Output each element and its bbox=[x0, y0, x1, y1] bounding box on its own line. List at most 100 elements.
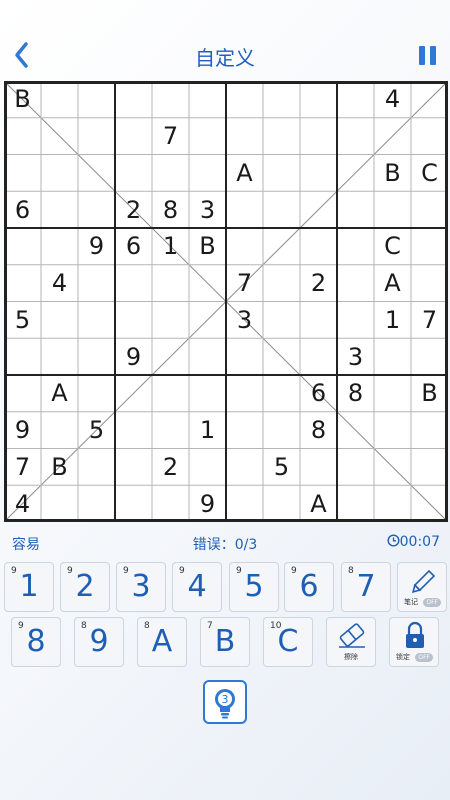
board-cell[interactable] bbox=[78, 191, 115, 228]
board-cell[interactable] bbox=[189, 338, 226, 375]
board-cell[interactable] bbox=[226, 228, 263, 265]
board-cell[interactable] bbox=[300, 118, 337, 155]
board-cell[interactable]: 9 bbox=[115, 338, 152, 375]
board-cell[interactable] bbox=[41, 81, 78, 118]
board-cell[interactable] bbox=[226, 191, 263, 228]
board-cell[interactable] bbox=[189, 81, 226, 118]
hint-button[interactable]: 3 bbox=[203, 680, 247, 724]
board-cell[interactable] bbox=[411, 485, 448, 522]
board-cell[interactable]: 4 bbox=[374, 81, 411, 118]
board-cell[interactable]: 7 bbox=[226, 265, 263, 302]
board-cell[interactable]: 5 bbox=[78, 412, 115, 449]
board-cell[interactable]: C bbox=[374, 228, 411, 265]
board-cell[interactable] bbox=[4, 155, 41, 192]
board-cell[interactable]: 6 bbox=[4, 191, 41, 228]
board-cell[interactable]: 3 bbox=[189, 191, 226, 228]
board-cell[interactable] bbox=[152, 155, 189, 192]
board-cell[interactable]: 7 bbox=[152, 118, 189, 155]
board-cell[interactable] bbox=[411, 191, 448, 228]
notes-toggle[interactable]: OFF bbox=[423, 598, 441, 607]
board-cell[interactable]: B bbox=[411, 375, 448, 412]
board-cell[interactable] bbox=[337, 228, 374, 265]
board-cell[interactable] bbox=[300, 302, 337, 339]
board-cell[interactable] bbox=[4, 375, 41, 412]
board-cell[interactable]: 4 bbox=[41, 265, 78, 302]
board-cell[interactable]: 9 bbox=[78, 228, 115, 265]
board-cell[interactable] bbox=[152, 375, 189, 412]
board-cell[interactable] bbox=[226, 449, 263, 486]
board-cell[interactable] bbox=[41, 338, 78, 375]
board-cell[interactable] bbox=[226, 338, 263, 375]
board-cell[interactable] bbox=[189, 118, 226, 155]
board-cell[interactable] bbox=[41, 118, 78, 155]
board-cell[interactable] bbox=[411, 118, 448, 155]
board-cell[interactable] bbox=[4, 338, 41, 375]
key-5[interactable]: 95 bbox=[229, 562, 279, 612]
key-6[interactable]: 96 bbox=[284, 562, 334, 612]
lock-toggle[interactable]: OFF bbox=[415, 653, 433, 662]
board-cell[interactable] bbox=[152, 302, 189, 339]
board-cell[interactable] bbox=[4, 228, 41, 265]
board-cell[interactable]: 5 bbox=[263, 449, 300, 486]
board-cell[interactable] bbox=[337, 265, 374, 302]
board-cell[interactable] bbox=[263, 265, 300, 302]
board-cell[interactable]: A bbox=[226, 155, 263, 192]
board-cell[interactable] bbox=[411, 449, 448, 486]
board-cell[interactable] bbox=[300, 228, 337, 265]
key-B[interactable]: 7B bbox=[200, 617, 250, 667]
board-cell[interactable] bbox=[226, 81, 263, 118]
board-cell[interactable]: 6 bbox=[300, 375, 337, 412]
erase-button[interactable]: 擦除 bbox=[326, 617, 376, 667]
board-cell[interactable] bbox=[337, 302, 374, 339]
board-cell[interactable] bbox=[78, 265, 115, 302]
board-cell[interactable]: 2 bbox=[300, 265, 337, 302]
lock-button[interactable]: 锁定 OFF bbox=[389, 617, 439, 667]
board-cell[interactable]: 1 bbox=[152, 228, 189, 265]
board-cell[interactable]: 7 bbox=[411, 302, 448, 339]
board-cell[interactable] bbox=[78, 155, 115, 192]
board-cell[interactable] bbox=[41, 191, 78, 228]
board-cell[interactable] bbox=[300, 191, 337, 228]
board-cell[interactable] bbox=[115, 265, 152, 302]
board-cell[interactable] bbox=[41, 412, 78, 449]
key-1[interactable]: 91 bbox=[4, 562, 54, 612]
board-cell[interactable] bbox=[337, 191, 374, 228]
board-cell[interactable] bbox=[78, 118, 115, 155]
board-cell[interactable]: A bbox=[374, 265, 411, 302]
notes-button[interactable]: 笔记 OFF bbox=[397, 562, 447, 612]
board-cell[interactable] bbox=[152, 81, 189, 118]
board-cell[interactable] bbox=[115, 485, 152, 522]
board-cell[interactable] bbox=[411, 338, 448, 375]
board-cell[interactable] bbox=[115, 155, 152, 192]
board-cell[interactable] bbox=[374, 375, 411, 412]
board-cell[interactable]: B bbox=[374, 155, 411, 192]
board-cell[interactable] bbox=[152, 338, 189, 375]
board-cell[interactable] bbox=[337, 485, 374, 522]
board-cell[interactable] bbox=[263, 302, 300, 339]
key-2[interactable]: 92 bbox=[60, 562, 110, 612]
board-cell[interactable]: B bbox=[4, 81, 41, 118]
board-cell[interactable] bbox=[263, 81, 300, 118]
board-cell[interactable] bbox=[78, 375, 115, 412]
board-cell[interactable] bbox=[300, 338, 337, 375]
board-cell[interactable] bbox=[300, 155, 337, 192]
board-cell[interactable] bbox=[337, 449, 374, 486]
board-cell[interactable] bbox=[226, 485, 263, 522]
board-cell[interactable] bbox=[115, 302, 152, 339]
board-cell[interactable] bbox=[189, 375, 226, 412]
board-cell[interactable] bbox=[263, 338, 300, 375]
board-cell[interactable] bbox=[337, 118, 374, 155]
key-8[interactable]: 98 bbox=[11, 617, 61, 667]
board-cell[interactable] bbox=[374, 191, 411, 228]
board-cell[interactable] bbox=[374, 412, 411, 449]
board-cell[interactable] bbox=[300, 81, 337, 118]
board-cell[interactable] bbox=[226, 412, 263, 449]
board-cell[interactable] bbox=[374, 338, 411, 375]
board-cell[interactable]: 6 bbox=[115, 228, 152, 265]
board-cell[interactable] bbox=[226, 118, 263, 155]
board-cell[interactable]: 3 bbox=[337, 338, 374, 375]
board-cell[interactable] bbox=[78, 302, 115, 339]
board-cell[interactable] bbox=[263, 485, 300, 522]
board-cell[interactable]: B bbox=[189, 228, 226, 265]
key-C[interactable]: 10 C bbox=[263, 617, 313, 667]
